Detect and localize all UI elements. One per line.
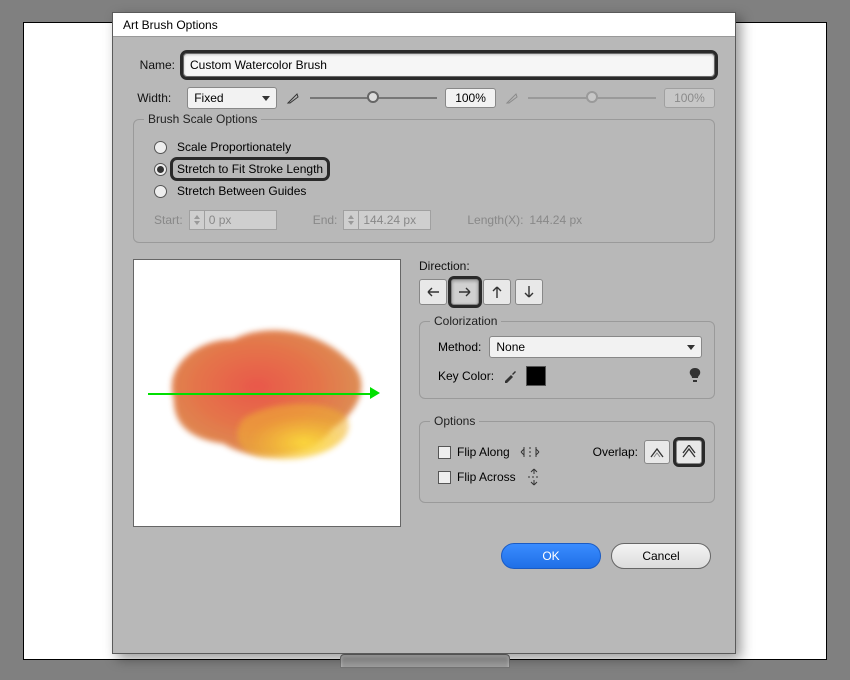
colorization-legend: Colorization — [430, 314, 501, 328]
options-legend: Options — [430, 414, 479, 428]
key-color-label: Key Color: — [438, 369, 494, 383]
eyedropper-icon[interactable] — [502, 368, 518, 384]
start-value: 0 px — [205, 210, 277, 230]
length-value: 144.24 px — [529, 213, 582, 227]
direction-label: Direction: — [419, 259, 715, 273]
radio-stretch-guides-label[interactable]: Stretch Between Guides — [173, 182, 310, 200]
colorization-group: Colorization Method: None Key Color: — [419, 321, 715, 399]
colorization-method-select[interactable]: None — [489, 336, 702, 358]
start-stepper — [189, 210, 205, 230]
flip-along-label[interactable]: Flip Along — [457, 445, 510, 459]
pen-max-icon — [504, 89, 520, 107]
dialog-title: Art Brush Options — [113, 13, 735, 37]
key-color-swatch[interactable] — [526, 366, 546, 386]
art-brush-options-dialog: Art Brush Options Name: Width: Fixed 100… — [112, 12, 736, 654]
tips-icon[interactable] — [688, 367, 702, 386]
ok-label: OK — [542, 549, 559, 563]
direction-right-button[interactable] — [451, 279, 479, 305]
direction-left-button[interactable] — [419, 279, 447, 305]
brush-preview — [133, 259, 401, 527]
overlap-adjust-button[interactable] — [676, 440, 702, 464]
end-value: 144.24 px — [359, 210, 431, 230]
method-value: None — [496, 340, 525, 354]
pen-min-icon — [285, 89, 301, 107]
method-label: Method: — [438, 340, 481, 354]
flip-along-icon — [520, 445, 540, 459]
overlap-no-adjust-button[interactable] — [644, 440, 670, 464]
flip-across-checkbox[interactable] — [438, 471, 451, 484]
width-slider-1[interactable] — [310, 89, 437, 107]
flip-along-checkbox[interactable] — [438, 446, 451, 459]
radio-stretch-guides[interactable] — [154, 185, 167, 198]
brush-scale-options-group: Brush Scale Options Scale Proportionatel… — [133, 119, 715, 243]
overlap-label: Overlap: — [593, 445, 638, 459]
cancel-button[interactable]: Cancel — [611, 543, 711, 569]
length-label: Length(X): — [467, 213, 523, 227]
ok-button[interactable]: OK — [501, 543, 601, 569]
direction-arrow-head-icon — [370, 387, 380, 399]
width-slider-2 — [528, 89, 655, 107]
direction-arrow-line — [148, 393, 372, 395]
direction-up-button[interactable] — [483, 279, 511, 305]
brush-scale-legend: Brush Scale Options — [144, 112, 261, 126]
brush-name-input[interactable] — [183, 53, 715, 77]
width-percent-2: 100% — [664, 88, 715, 108]
radio-scale-proportionately-label[interactable]: Scale Proportionately — [173, 138, 295, 156]
cancel-label: Cancel — [642, 549, 679, 563]
width-percent-1[interactable]: 100% — [445, 88, 496, 108]
radio-stretch-fit-label[interactable]: Stretch to Fit Stroke Length — [173, 160, 327, 178]
options-group: Options Flip Along Overlap: Flip A — [419, 421, 715, 503]
radio-scale-proportionately[interactable] — [154, 141, 167, 154]
end-stepper — [343, 210, 359, 230]
radio-stretch-fit[interactable] — [154, 163, 167, 176]
canvas-tab-stub — [340, 654, 510, 668]
width-mode-value: Fixed — [194, 91, 223, 105]
end-label: End: — [313, 213, 338, 227]
flip-across-icon — [526, 468, 542, 486]
width-label: Width: — [133, 91, 179, 105]
start-label: Start: — [154, 213, 183, 227]
width-mode-select[interactable]: Fixed — [187, 87, 277, 109]
flip-across-label[interactable]: Flip Across — [457, 470, 516, 484]
name-label: Name: — [133, 58, 183, 72]
direction-down-button[interactable] — [515, 279, 543, 305]
